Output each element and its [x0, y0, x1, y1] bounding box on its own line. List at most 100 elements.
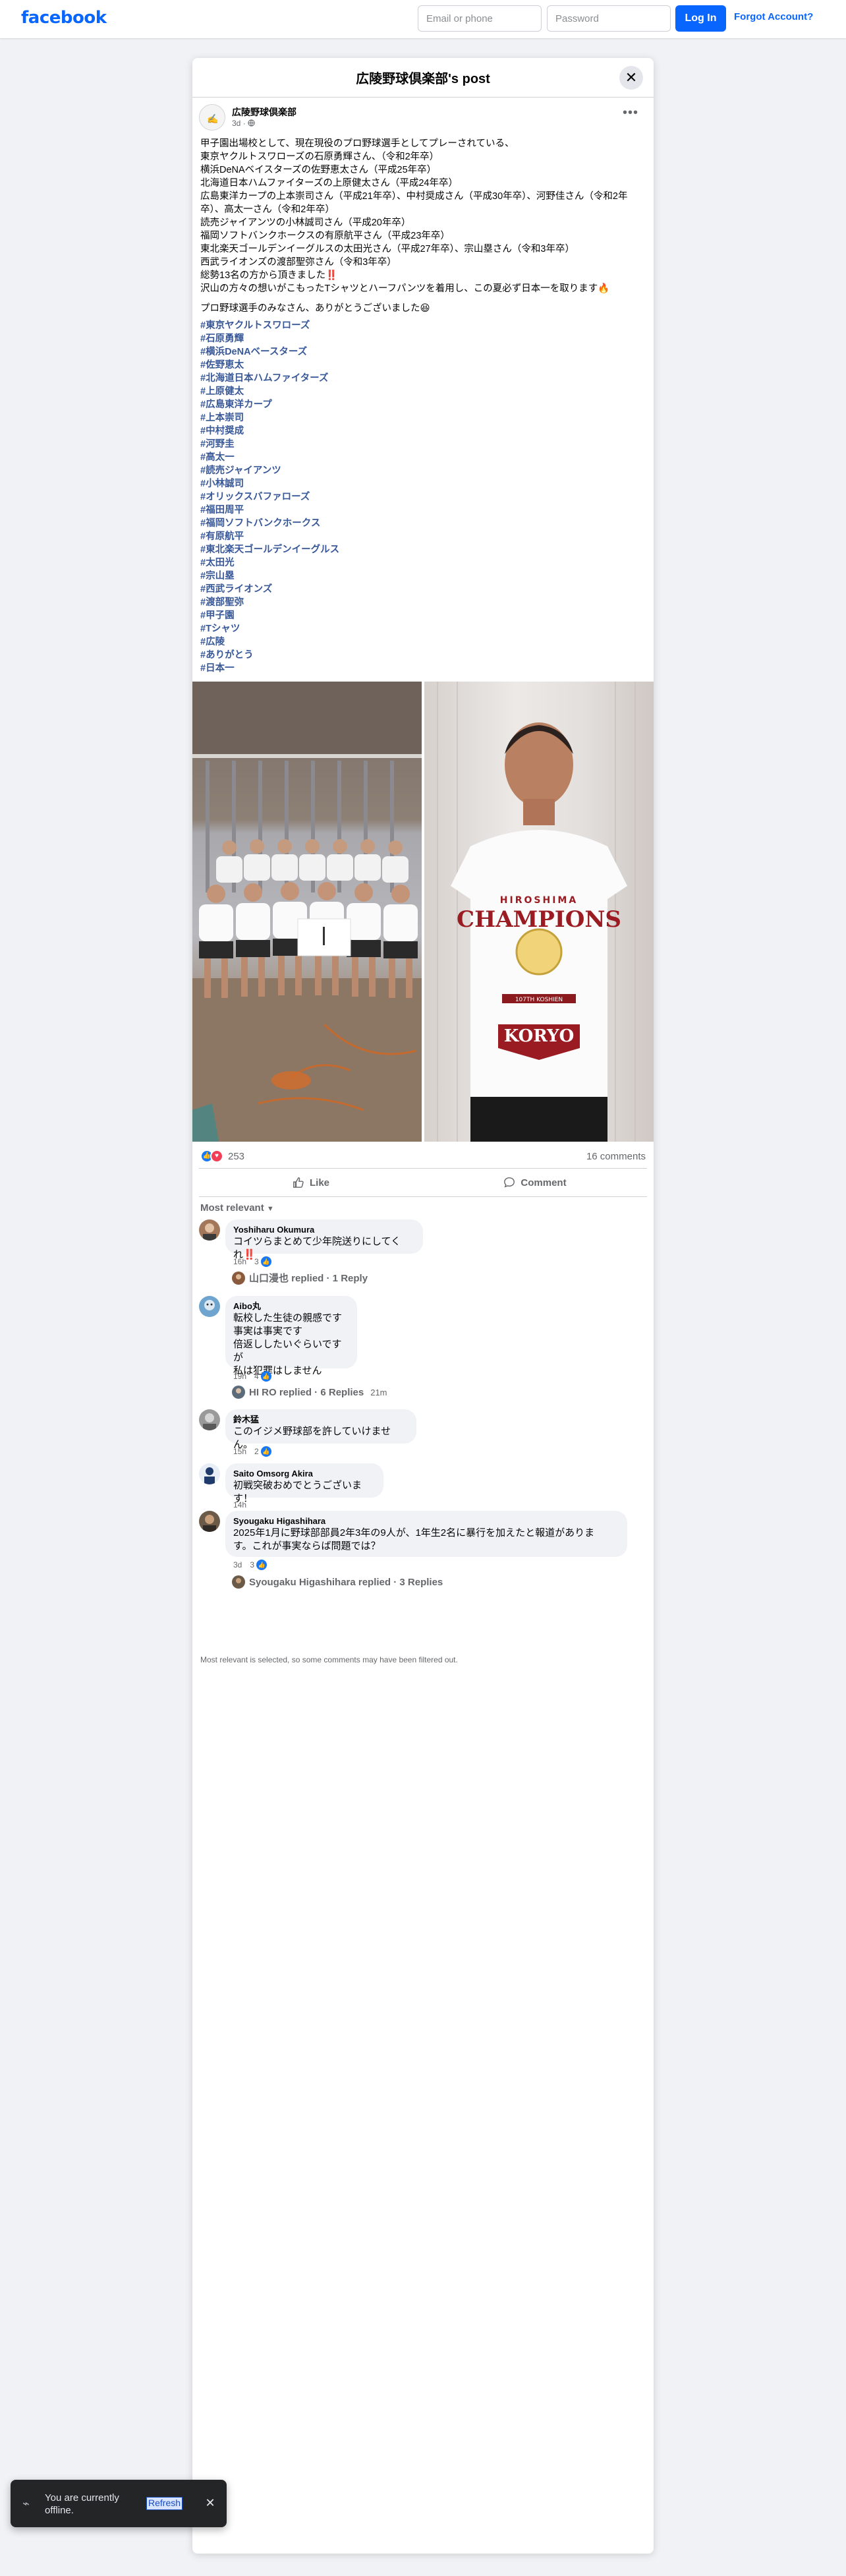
- comment-time[interactable]: 19h: [233, 1372, 246, 1381]
- hashtag-link[interactable]: #読売ジャイアンツ: [200, 464, 646, 477]
- comment-likes[interactable]: 2 👍: [254, 1446, 271, 1457]
- view-replies-link[interactable]: Syougaku Higashihara replied · 3 Replies: [232, 1575, 443, 1589]
- comment-meta: 15h 2 👍: [233, 1446, 271, 1457]
- comment-likes[interactable]: 3 👍: [250, 1560, 268, 1570]
- comment-bubble: 鈴木猛 このイジメ野球部を許していけません。: [225, 1409, 416, 1450]
- shirt-text-bottom: KORYO: [504, 1026, 575, 1046]
- more-options-icon[interactable]: •••: [619, 105, 642, 125]
- hashtag-link[interactable]: #日本一: [200, 662, 646, 675]
- forgot-account-link[interactable]: Forgot Account?: [734, 11, 813, 22]
- comment-item: Syougaku Higashihara 2025年1月に野球部部員2年3年の9…: [199, 1511, 647, 1594]
- login-button[interactable]: Log In: [675, 5, 726, 32]
- comment-author[interactable]: Syougaku Higashihara: [233, 1516, 619, 1527]
- hashtag-link[interactable]: #北海道日本ハムファイターズ: [200, 372, 646, 385]
- avatar[interactable]: [199, 1296, 220, 1317]
- hashtag-link[interactable]: #広陵: [200, 635, 646, 649]
- avatar[interactable]: [199, 1511, 220, 1532]
- facebook-logo[interactable]: facebook: [21, 8, 107, 28]
- hashtag-link[interactable]: #甲子園: [200, 609, 646, 622]
- avatar[interactable]: [199, 1219, 220, 1241]
- hashtag-link[interactable]: #東北楽天ゴールデンイーグルス: [200, 543, 646, 556]
- comment-label: Comment: [521, 1177, 567, 1188]
- reaction-stats: 👍 ♥ 253 16 comments: [199, 1147, 647, 1167]
- comment-meta: 16h 3 👍: [233, 1256, 271, 1267]
- hashtag-link[interactable]: #福岡ソフトバンクホークス: [200, 517, 646, 530]
- hashtag-link[interactable]: #太田光: [200, 556, 646, 570]
- avatar[interactable]: [199, 1409, 220, 1430]
- post-time[interactable]: 3d: [232, 119, 240, 128]
- comment-item: Yoshiharu Okumura コイツらまとめて少年院送りにしてくれ‼️ 1…: [199, 1219, 647, 1285]
- hashtag-link[interactable]: #横浜DeNAベースターズ: [200, 345, 646, 359]
- comment-sort-dropdown[interactable]: Most relevant ▼: [200, 1202, 274, 1214]
- hashtag-link[interactable]: #ありがとう: [200, 649, 646, 662]
- comment-text: 2025年1月に野球部部員2年3年の9人が、1年生2名に暴行を加えたと報道があり…: [233, 1527, 595, 1538]
- hashtag-link[interactable]: #河野圭: [200, 438, 646, 451]
- hashtag-link[interactable]: #福田周平: [200, 504, 646, 517]
- avatar[interactable]: [199, 1463, 220, 1484]
- player-photo[interactable]: HIROSHIMA CHAMPIONS 107TH KOSHIEN KORYO: [424, 682, 654, 1142]
- reply-time: 21m: [370, 1387, 387, 1397]
- reaction-icons[interactable]: 👍 ♥: [200, 1150, 227, 1163]
- avatar: [232, 1386, 245, 1399]
- hashtag-link[interactable]: #石原勇輝: [200, 332, 646, 345]
- comment-time[interactable]: 15h: [233, 1447, 246, 1456]
- post-line: 横浜DeNAベイスターズの佐野恵太さん（平成25年卒）: [200, 165, 437, 175]
- hashtag-link[interactable]: #中村奨成: [200, 424, 646, 438]
- close-icon[interactable]: ✕: [619, 66, 643, 90]
- thumbs-up-icon: [293, 1177, 304, 1188]
- post-actions: Like Comment: [199, 1168, 647, 1197]
- hashtag-link[interactable]: #有原航平: [200, 530, 646, 543]
- hashtag-link[interactable]: #宗山塁: [200, 570, 646, 583]
- comment-bubble-icon: [504, 1177, 515, 1188]
- comment-text: 初戦突破おめでとうございます！: [233, 1480, 362, 1504]
- comment-likes[interactable]: 3 👍: [254, 1256, 271, 1267]
- dialog-title: 広陵野球倶楽部's post: [356, 72, 490, 86]
- comment-text: 事実は事実です: [233, 1326, 303, 1337]
- post-line: 総勢13名の方から頂きました‼️: [200, 270, 338, 281]
- hashtag-link[interactable]: #広島東洋カープ: [200, 398, 646, 411]
- top-navigation-bar: facebook Log In Forgot Account?: [0, 0, 846, 38]
- comment-author[interactable]: Aibo丸: [233, 1301, 349, 1312]
- reaction-count[interactable]: 253: [228, 1151, 244, 1162]
- hashtag-link[interactable]: #上本崇司: [200, 411, 646, 424]
- comment-time[interactable]: 14h: [233, 1500, 246, 1509]
- comment-time[interactable]: 3d: [233, 1560, 242, 1569]
- like-icon: 👍: [260, 1446, 271, 1457]
- hashtag-link[interactable]: #Tシャツ: [200, 622, 646, 635]
- hashtag-link[interactable]: #上原健太: [200, 385, 646, 398]
- comment-likes[interactable]: 4 👍: [254, 1371, 271, 1382]
- comment-meta: 14h: [233, 1500, 246, 1509]
- password-field[interactable]: [547, 5, 671, 32]
- comment-author[interactable]: 鈴木猛: [233, 1415, 409, 1425]
- page-name[interactable]: 広陵野球倶楽部: [232, 105, 296, 119]
- comment-button[interactable]: Comment: [423, 1169, 647, 1196]
- comment-bubble: Syougaku Higashihara 2025年1月に野球部部員2年3年の9…: [225, 1511, 627, 1557]
- hashtag-link[interactable]: #高太一: [200, 451, 646, 464]
- comment-author[interactable]: Saito Omsorg Akira: [233, 1469, 376, 1479]
- hashtag-link[interactable]: #小林誠司: [200, 477, 646, 490]
- hashtag-link[interactable]: #渡部聖弥: [200, 596, 646, 609]
- hashtag-link[interactable]: #オリックスバファローズ: [200, 490, 646, 504]
- hashtag-link[interactable]: #西武ライオンズ: [200, 583, 646, 596]
- view-replies-link[interactable]: 山口漫也 replied · 1 Reply: [232, 1271, 368, 1285]
- page-avatar[interactable]: ✍: [199, 104, 225, 131]
- view-replies-link[interactable]: HI RO replied · 6 Replies 21m: [232, 1386, 387, 1399]
- team-photo[interactable]: [192, 682, 422, 1142]
- comment-filter-note: Most relevant is selected, so some comme…: [200, 1655, 458, 1664]
- globe-icon: [248, 119, 255, 128]
- comment-author[interactable]: Yoshiharu Okumura: [233, 1225, 415, 1235]
- hashtag-link[interactable]: #東京ヤクルトスワローズ: [200, 319, 646, 332]
- comment-count[interactable]: 16 comments: [586, 1151, 646, 1162]
- close-icon[interactable]: ✕: [203, 2496, 217, 2510]
- comment-item: Aibo丸 転校した生徒の親感です 事実は事実です 倍返ししたいぐらいですが 私…: [199, 1296, 647, 1399]
- comment-bubble: Aibo丸 転校した生徒の親感です 事実は事実です 倍返ししたいぐらいですが 私…: [225, 1296, 357, 1376]
- comment-time[interactable]: 16h: [233, 1257, 246, 1266]
- shirt-text-main: CHAMPIONS: [457, 906, 621, 933]
- reply-summary: HI RO replied · 6 Replies: [249, 1386, 364, 1398]
- like-button[interactable]: Like: [199, 1169, 423, 1196]
- sort-label: Most relevant: [200, 1202, 264, 1214]
- email-field[interactable]: [418, 5, 542, 32]
- hashtag-link[interactable]: #佐野恵太: [200, 359, 646, 372]
- comment-meta: 19h 4 👍: [233, 1371, 271, 1382]
- refresh-button[interactable]: Refresh: [146, 2497, 183, 2510]
